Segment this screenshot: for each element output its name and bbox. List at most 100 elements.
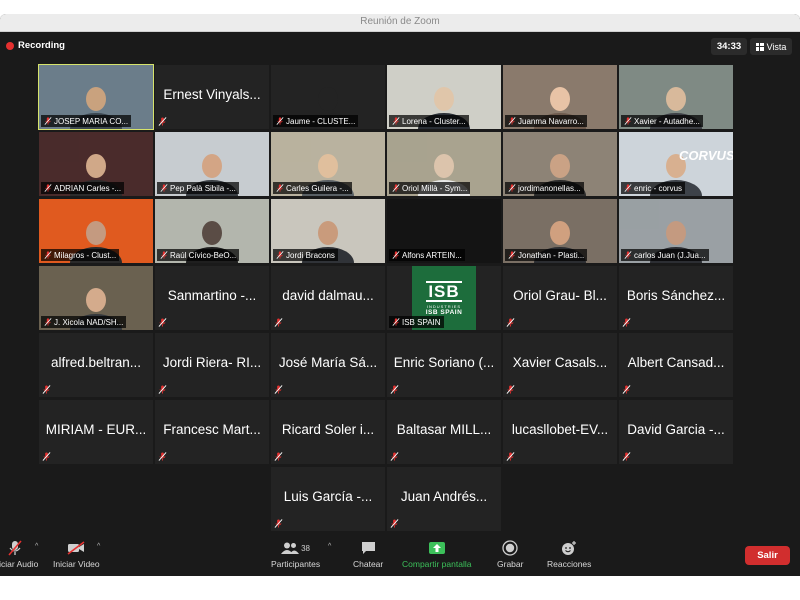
audio-options-chevron-icon[interactable]: ^ (35, 543, 38, 550)
participants-count: 38 (301, 543, 311, 553)
participant-tile[interactable]: Luis García -... (271, 467, 385, 531)
window-title: Reunión de Zoom (360, 16, 440, 27)
participant-name-tag: jordimanonellas... (505, 182, 584, 194)
microphone-muted-icon (390, 519, 399, 528)
participant-tile[interactable]: David Garcia -... (619, 400, 733, 464)
participant-tile[interactable]: Francesc Mart... (155, 400, 269, 464)
participant-tile[interactable]: Raúl Cívico-BeO... (155, 199, 269, 263)
view-button-label: Vista (766, 41, 787, 52)
participant-tile[interactable]: Alfons ARTEIN... (387, 199, 501, 263)
share-screen-icon (428, 540, 446, 556)
microphone-muted-icon (622, 385, 631, 394)
participant-tile[interactable]: ADRIAN Carles -... (39, 132, 153, 196)
chat-bubble-icon (361, 540, 376, 556)
video-options-chevron-icon[interactable]: ^ (97, 543, 100, 550)
participant-name: J. Xicola NAD/SH... (54, 317, 124, 327)
participant-tile[interactable]: Albert Cansad... (619, 333, 733, 397)
participant-name-large: Boris Sánchez... (626, 288, 726, 303)
participant-tile[interactable]: Jaume - CLUSTE... (271, 65, 385, 129)
participant-name-tag: Xavier - Autadhe... (621, 115, 703, 127)
participant-tile[interactable]: david dalmau... (271, 266, 385, 330)
recording-indicator[interactable]: Recording (6, 40, 65, 51)
participant-name: Juanma Navarro... (518, 116, 584, 126)
participant-tile[interactable]: Carles Guilera -... (271, 132, 385, 196)
participant-tile[interactable]: Oriol Millà - Sym... (387, 132, 501, 196)
microphone-muted-icon (160, 251, 168, 259)
leave-meeting-button[interactable]: Salir (745, 546, 790, 565)
microphone-muted-icon (8, 540, 22, 556)
participant-name-tag: Oriol Millà - Sym... (389, 182, 471, 194)
participant-name-large: David Garcia -... (627, 422, 725, 437)
microphone-muted-icon (276, 117, 284, 125)
record-button[interactable]: Grabar (497, 540, 523, 569)
record-icon (502, 540, 518, 556)
participant-tile[interactable]: Jonathan - Plasti... (503, 199, 617, 263)
participant-tile[interactable]: MIRIAM - EUR... (39, 400, 153, 464)
participant-name: ADRIAN Carles -... (54, 183, 122, 193)
participant-name-tag: J. Xicola NAD/SH... (41, 316, 127, 328)
participant-tile[interactable]: ISB INDUSTRIES ISB SPAIN ISB SPAIN (387, 266, 501, 330)
share-screen-button[interactable]: Compartir pantalla (402, 540, 471, 569)
participant-tile[interactable]: Juanma Navarro... (503, 65, 617, 129)
participant-name-tag: Alfons ARTEIN... (389, 249, 465, 261)
participant-tile[interactable]: Juan Andrés... (387, 467, 501, 531)
microphone-muted-icon (622, 452, 631, 461)
microphone-muted-icon (506, 452, 515, 461)
participants-icon: 38 (281, 540, 310, 556)
participant-name: Carles Guilera -... (286, 183, 349, 193)
participant-name: jordimanonellas... (518, 183, 581, 193)
participant-name: JOSEP MARIA CO... (54, 116, 129, 126)
participant-name: enric - corvus (634, 183, 683, 193)
participant-tile[interactable]: carlos Juan (J.Jua... (619, 199, 733, 263)
chat-button[interactable]: Chatear (353, 540, 383, 569)
microphone-muted-icon (506, 318, 515, 327)
participant-tile[interactable]: lucasllobet-EV... (503, 400, 617, 464)
isb-logo-text: ISB (426, 280, 462, 302)
start-audio-button[interactable]: Iniciar Audio (0, 540, 38, 569)
participant-name-tag: Jonathan - Plasti... (505, 249, 588, 261)
participant-tile[interactable]: Lorena - Cluster... (387, 65, 501, 129)
participant-tile[interactable]: Xavier Casals... (503, 333, 617, 397)
participant-tile[interactable]: Sanmartino -... (155, 266, 269, 330)
participant-tile[interactable]: Xavier - Autadhe... (619, 65, 733, 129)
participants-button[interactable]: 38 Participantes (271, 540, 320, 569)
smiley-add-icon (561, 540, 577, 556)
participant-tile[interactable]: Jordi Riera- RI... (155, 333, 269, 397)
microphone-muted-icon (508, 251, 516, 259)
participant-tile[interactable]: Milagros - Clust... (39, 199, 153, 263)
participant-tile[interactable]: Pep Palà Sibila -... (155, 132, 269, 196)
recording-label: Recording (18, 40, 65, 51)
participant-tile[interactable]: Ernest Vinyals... (155, 65, 269, 129)
microphone-muted-icon (158, 385, 167, 394)
participant-name-large: Albert Cansad... (627, 355, 725, 370)
microphone-muted-icon (274, 519, 283, 528)
reactions-button[interactable]: Reacciones (547, 540, 591, 569)
microphone-muted-icon (276, 184, 284, 192)
participant-tile[interactable]: J. Xicola NAD/SH... (39, 266, 153, 330)
microphone-muted-icon (390, 385, 399, 394)
participant-tile[interactable]: CORVUS enric - corvus (619, 132, 733, 196)
participant-tile[interactable]: Ricard Soler i... (271, 400, 385, 464)
participant-tile[interactable]: Enric Soriano (... (387, 333, 501, 397)
participant-name-tag: Juanma Navarro... (505, 115, 587, 127)
participant-tile[interactable]: JOSEP MARIA CO... (38, 64, 154, 130)
participant-tile[interactable]: Jordi Bracons (271, 199, 385, 263)
camera-off-icon (67, 540, 85, 556)
participants-options-chevron-icon[interactable]: ^ (328, 543, 331, 550)
title-bar: Reunión de Zoom (0, 14, 800, 32)
microphone-muted-icon (392, 251, 400, 259)
participant-tile[interactable]: alfred.beltran... (39, 333, 153, 397)
start-audio-label: Iniciar Audio (0, 559, 39, 569)
participant-tile[interactable]: José María Sá... (271, 333, 385, 397)
grid-view-icon (755, 42, 764, 51)
participant-name: carlos Juan (J.Jua... (634, 250, 706, 260)
microphone-muted-icon (44, 117, 52, 125)
participant-tile[interactable]: jordimanonellas... (503, 132, 617, 196)
participant-tile[interactable]: Boris Sánchez... (619, 266, 733, 330)
participant-tile[interactable]: Oriol Grau- Bl... (503, 266, 617, 330)
view-button[interactable]: Vista (750, 38, 792, 55)
start-video-button[interactable]: Iniciar Video (53, 540, 100, 569)
participant-tile[interactable]: Baltasar MILL... (387, 400, 501, 464)
microphone-muted-icon (158, 452, 167, 461)
microphone-muted-icon (390, 452, 399, 461)
